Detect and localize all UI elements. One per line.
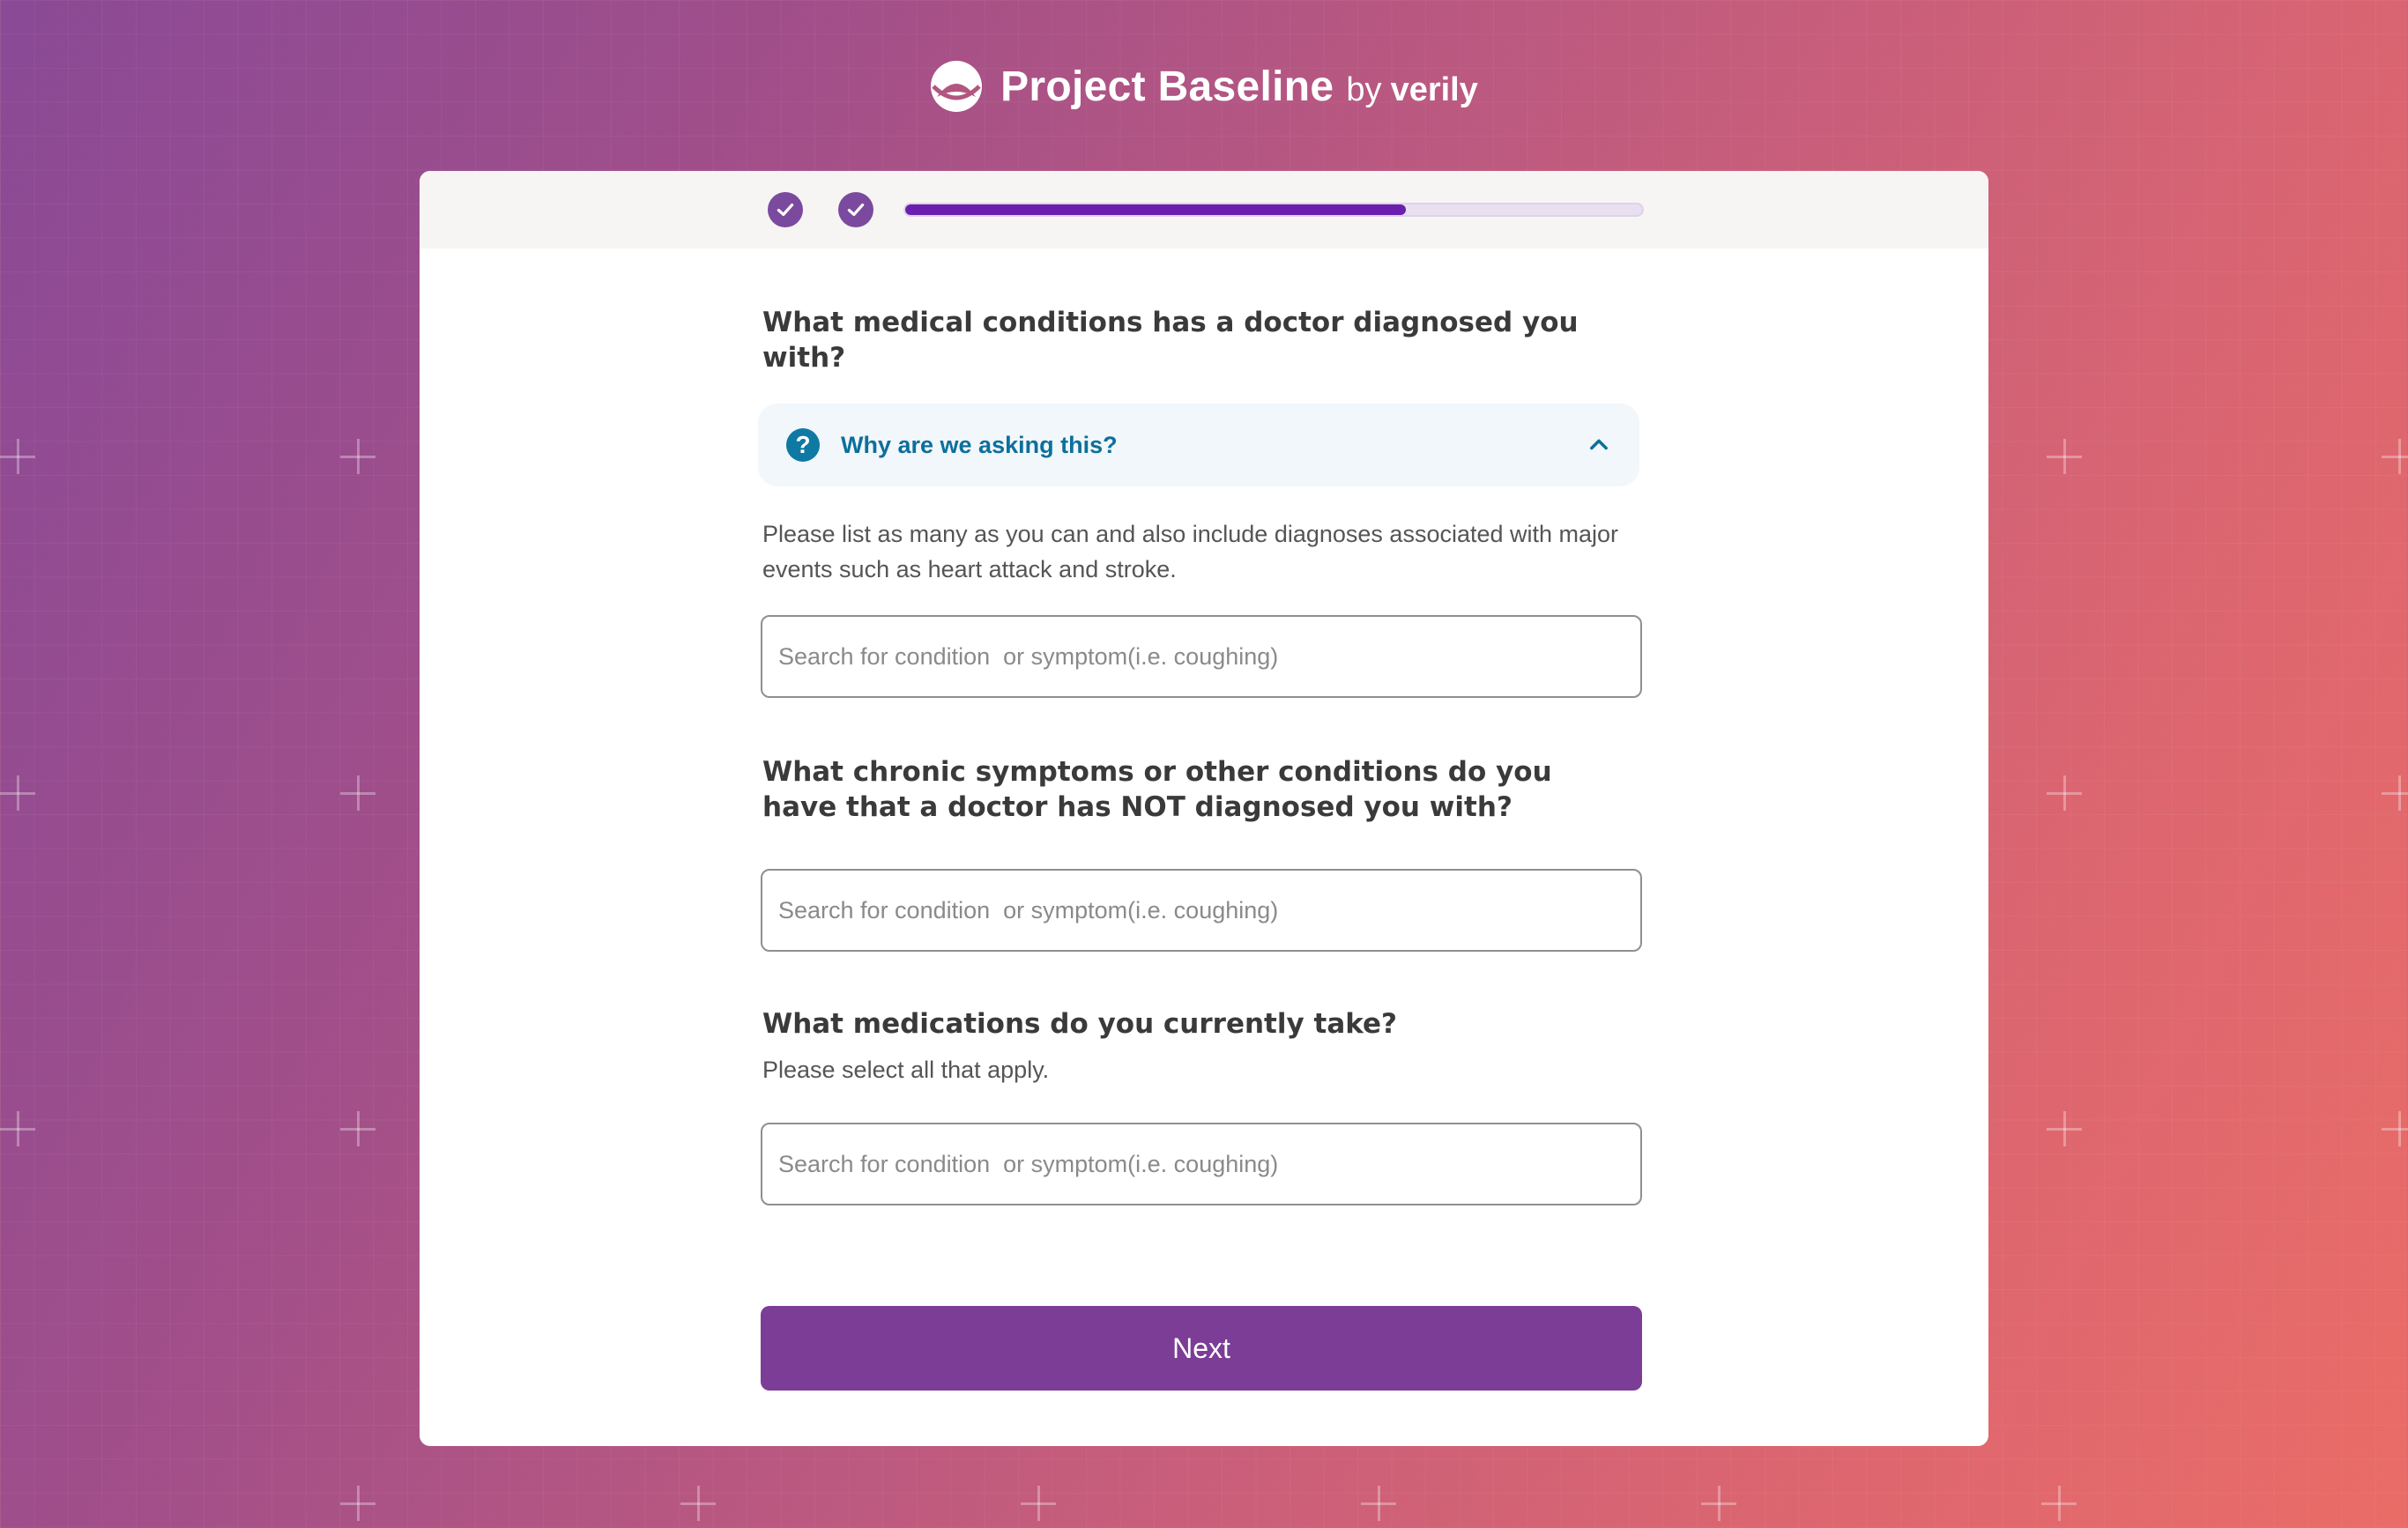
plus-decoration [1701,1486,1736,1521]
progress-header [420,171,1988,248]
site-header: Project Baseline by verily [0,55,2408,118]
plus-decoration [2382,1111,2408,1146]
check-icon [777,203,794,217]
progress-bar [903,203,1644,217]
plus-decoration [0,1111,35,1146]
plus-decoration [340,1486,375,1521]
plus-decoration [2041,1486,2077,1521]
plus-decoration [340,439,375,474]
plus-decoration [2047,775,2082,811]
logo-icon [931,61,983,112]
question-diagnosed-title: What medical conditions has a doctor dia… [762,307,1579,374]
question-diagnosed-description: Please list as many as you can and also … [762,521,1619,582]
question-medications-description: Please select all that apply. [762,1057,1050,1083]
why-asking-label: Why are we asking this? [841,431,1118,458]
medications-search-input[interactable] [761,1123,1642,1205]
plus-decoration [340,1111,375,1146]
why-asking-toggle[interactable]: ? Why are we asking this? [758,404,1639,486]
chevron-up-icon[interactable] [1587,433,1611,457]
plus-decoration [680,1486,716,1521]
survey-card: What medical conditions has a doctor dia… [420,171,1988,1446]
step-2-complete [838,192,873,227]
step-1-complete [768,192,803,227]
plus-decoration [1361,1486,1396,1521]
plus-decoration [2382,439,2408,474]
brand-name: Project Baseline [1000,63,1334,110]
plus-decoration [0,439,35,474]
plus-decoration [2047,1111,2082,1146]
next-button[interactable]: Next [761,1306,1642,1391]
brand-by: by [1346,70,1382,108]
plus-decoration [1021,1486,1056,1521]
plus-decoration [2047,439,2082,474]
brand-company: verily [1390,70,1478,108]
plus-decoration [2382,775,2408,811]
plus-decoration [340,775,375,811]
diagnosed-conditions-search-input[interactable] [761,615,1642,698]
question-medications-title: What medications do you currently take? [762,1008,1398,1040]
undiagnosed-conditions-search-input[interactable] [761,869,1642,952]
question-undiagnosed-title: What chronic symptoms or other condition… [762,756,1552,823]
check-icon [847,203,865,217]
help-icon: ? [786,428,820,462]
plus-decoration [0,775,35,811]
progress-bar-fill [905,204,1407,215]
